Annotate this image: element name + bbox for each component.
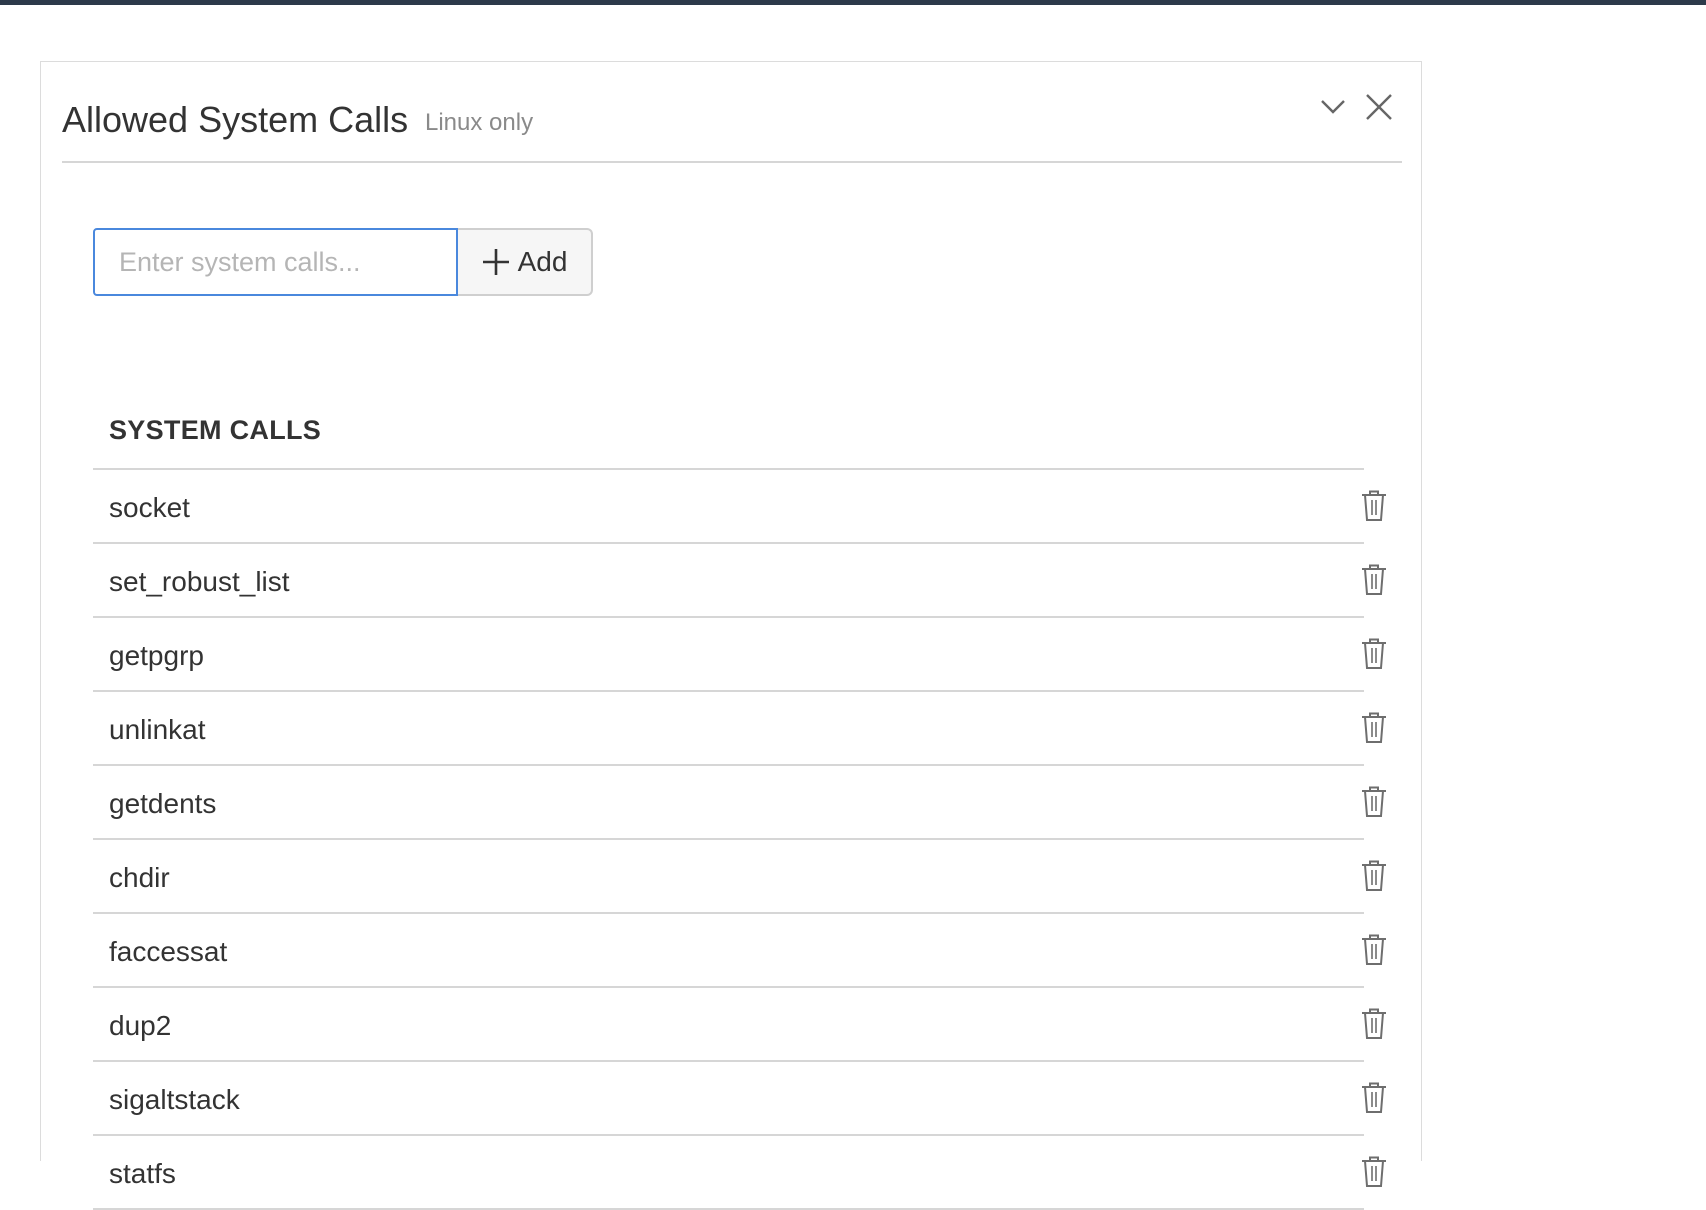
system-call-name: unlinkat	[109, 714, 206, 745]
table-row: getdents	[93, 766, 1386, 840]
plus-icon	[482, 249, 509, 275]
add-button-label: Add	[517, 246, 568, 277]
add-button[interactable]: Add	[458, 228, 593, 296]
table-row: chdir	[93, 840, 1386, 914]
add-system-call-form: Add	[93, 228, 593, 296]
allowed-system-calls-panel: Allowed System Calls Linux only Add SYST…	[40, 61, 1422, 1210]
system-call-name: set_robust_list	[109, 566, 290, 597]
table-row: unlinkat	[93, 692, 1386, 766]
table-header: SYSTEM CALLS	[93, 392, 1364, 470]
table-row: sigaltstack	[93, 1062, 1386, 1136]
column-header-system-calls: SYSTEM CALLS	[109, 415, 322, 445]
trash-icon[interactable]	[1359, 489, 1389, 523]
table-row: dup2	[93, 988, 1386, 1062]
table-row: set_robust_list	[93, 544, 1386, 618]
trash-icon[interactable]	[1359, 933, 1389, 967]
trash-icon[interactable]	[1359, 563, 1389, 597]
trash-icon[interactable]	[1359, 637, 1389, 671]
table-row: socket	[93, 470, 1386, 544]
system-calls-table: SYSTEM CALLS socket set_robust_listgetpgr…	[93, 392, 1386, 1210]
system-call-name: faccessat	[109, 936, 228, 967]
trash-icon[interactable]	[1359, 1081, 1389, 1115]
table-row: getpgrp	[93, 618, 1386, 692]
system-call-name: socket	[109, 492, 190, 523]
top-bar	[0, 0, 1706, 5]
table-row: faccessat	[93, 914, 1386, 988]
panel-header: Allowed System Calls Linux only	[62, 62, 1402, 163]
trash-icon[interactable]	[1359, 1155, 1389, 1189]
table-row: statfs	[93, 1136, 1386, 1210]
trash-icon[interactable]	[1359, 785, 1389, 819]
panel-title: Allowed System Calls	[62, 99, 409, 140]
system-call-name: statfs	[109, 1158, 176, 1189]
table-body: socket set_robust_listgetpgrp unlinkat getd…	[93, 470, 1386, 1210]
system-call-name: dup2	[109, 1010, 172, 1041]
trash-icon[interactable]	[1359, 859, 1389, 893]
close-icon[interactable]	[1362, 90, 1396, 124]
panel-subtitle: Linux only	[425, 109, 534, 136]
system-call-name: getdents	[109, 788, 217, 819]
chevron-down-icon[interactable]	[1316, 90, 1350, 124]
system-call-name: chdir	[109, 862, 170, 893]
trash-icon[interactable]	[1359, 1007, 1389, 1041]
system-calls-input[interactable]	[93, 228, 458, 296]
system-call-name: getpgrp	[109, 640, 204, 671]
system-call-name: sigaltstack	[109, 1084, 240, 1115]
trash-icon[interactable]	[1359, 711, 1389, 745]
